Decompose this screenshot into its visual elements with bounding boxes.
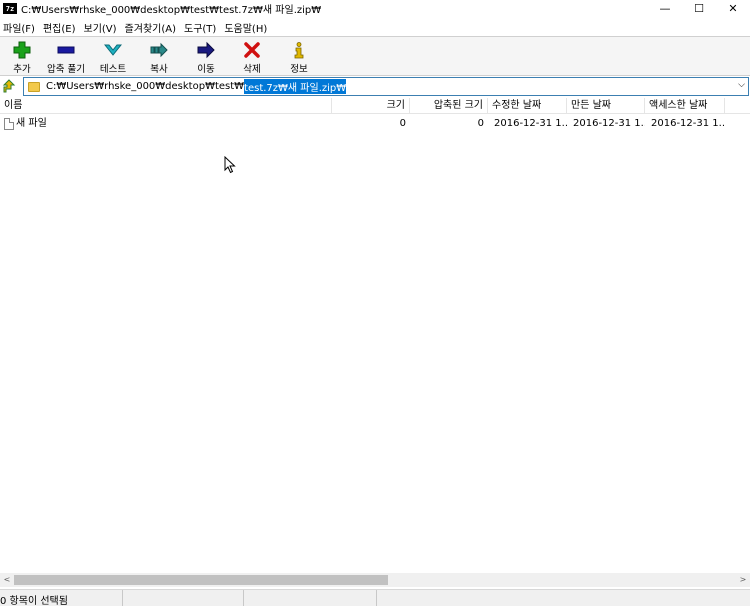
window-controls: — ☐ ✕ [648,0,750,16]
file-modified: 2016-12-31 1... [494,118,567,129]
table-row[interactable]: 새 파일 0 0 2016-12-31 1... 2016-12-31 1...… [0,116,750,132]
add-button[interactable]: 추가 [0,39,44,75]
status-bar: 0 항목이 선택됨 [0,589,750,606]
address-path: C:₩Users₩rhske_000₩desktop₩test₩ [46,81,245,92]
scroll-thumb[interactable] [14,575,388,585]
column-created[interactable]: 만든 날짜 [567,98,645,114]
status-divider [122,590,123,606]
file-packed-size: 0 [477,118,484,129]
menu-help[interactable]: 도움말(H) [220,20,271,35]
scroll-right-button[interactable]: > [736,573,750,587]
up-folder-button[interactable] [1,78,17,94]
copy-label: 복사 [150,64,168,75]
copy-icon [150,42,168,58]
column-name[interactable]: 이름 [0,98,332,114]
extract-label: 압축 풀기 [47,64,85,75]
horizontal-scrollbar[interactable]: < > [0,573,750,587]
info-label: 정보 [290,64,308,75]
address-bar: C:₩Users₩rhske_000₩desktop₩test₩ test.7z₩… [0,77,750,96]
address-dropdown-icon[interactable]: ⌵ [738,80,745,90]
column-size[interactable]: 크기 [332,98,410,114]
delete-label: 삭제 [243,64,261,75]
scroll-left-button[interactable]: < [0,573,14,587]
close-button[interactable]: ✕ [716,0,750,16]
test-icon [104,44,122,56]
copy-button[interactable]: 복사 [137,39,181,75]
add-label: 추가 [13,64,31,75]
address-path-selected: test.7z₩새 파일.zip₩ [244,79,347,94]
delete-button[interactable]: 삭제 [230,39,274,75]
move-label: 이동 [197,64,215,75]
file-list-header: 이름 크기 압축된 크기 수정한 날짜 만든 날짜 액세스한 날짜 [0,98,750,114]
title-bar: 7z C:₩Users₩rhske_000₩desktop₩test₩test.… [0,0,750,16]
folder-icon [28,81,40,92]
up-arrow-icon [2,79,16,93]
toolbar: 추가 압축 풀기 테스트 복사 이동 삭제 정보 [0,36,750,76]
extract-button[interactable]: 압축 풀기 [44,39,88,75]
minimize-button[interactable]: — [648,0,682,16]
extract-icon [57,46,75,54]
test-label: 테스트 [99,64,127,75]
column-packed-size[interactable]: 압축된 크기 [410,98,488,114]
file-created: 2016-12-31 1... [573,118,645,129]
menu-tools[interactable]: 도구(T) [180,20,220,35]
menu-favorites[interactable]: 즐겨찾기(A) [121,20,180,35]
status-divider [376,590,377,606]
app-icon: 7z [3,2,17,14]
info-button[interactable]: 정보 [277,39,321,75]
info-icon [294,42,304,59]
delete-icon [244,42,260,58]
maximize-button[interactable]: ☐ [682,0,716,16]
menu-view[interactable]: 보기(V) [80,20,121,35]
status-divider [243,590,244,606]
file-name: 새 파일 [16,118,47,129]
column-modified[interactable]: 수정한 날짜 [488,98,567,114]
address-input[interactable]: C:₩Users₩rhske_000₩desktop₩test₩ test.7z₩… [23,77,749,96]
menu-file[interactable]: 파일(F) [0,20,39,35]
move-button[interactable]: 이동 [184,39,228,75]
menu-edit[interactable]: 편집(E) [39,20,80,35]
status-selection: 0 항목이 선택됨 [0,596,68,606]
mouse-cursor-icon [224,156,236,174]
test-button[interactable]: 테스트 [91,39,135,75]
move-icon [197,41,215,59]
column-accessed[interactable]: 액세스한 날짜 [645,98,725,114]
add-icon [13,41,31,59]
file-size: 0 [399,118,406,129]
window-title: C:₩Users₩rhske_000₩desktop₩test₩test.7z₩… [21,4,322,16]
menu-bar: 파일(F) 편집(E) 보기(V) 즐겨찾기(A) 도구(T) 도움말(H) [0,19,750,35]
file-accessed: 2016-12-31 1... [651,118,725,129]
